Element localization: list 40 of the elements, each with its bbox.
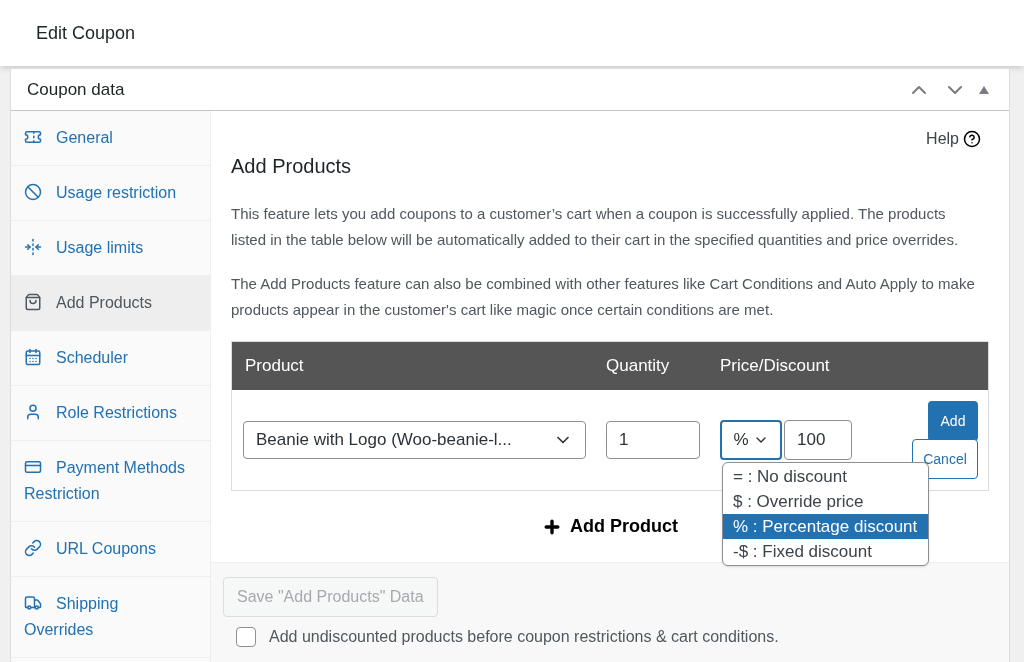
ticket-icon (24, 128, 42, 146)
panel-title: Coupon data (27, 78, 125, 101)
sidebar-item[interactable]: Usage restriction (11, 166, 210, 221)
page-title: Edit Coupon (36, 21, 136, 45)
calendar-icon (24, 348, 42, 366)
sidebar-item[interactable]: Scheduler (11, 331, 210, 386)
column-header: Product (244, 355, 305, 378)
column-header: Price/Discount (720, 355, 830, 378)
dropdown-option[interactable]: -$ : Fixed discount (723, 539, 928, 564)
dropdown-option[interactable]: $ : Override price (723, 489, 928, 514)
description-text: This feature lets you add coupons to a customer’s cart when a coupon is successfully applied. The products listed in the table below will be automatically added to their cart in the specified quantities and price overrides. (231, 204, 960, 250)
sidebar-item[interactable]: Role Restrictions (11, 386, 210, 441)
card-icon (24, 458, 42, 476)
link-icon (24, 539, 42, 557)
help-icon[interactable] (963, 130, 981, 148)
checkbox-label: Add undiscounted products before coupon restrictions & cart conditions. (269, 627, 779, 647)
description-text: The Add Products feature can also be combined with other features like Cart Conditions and Auto Apply to make products appear in the customer's cart like magic once certain conditions are met. (231, 274, 976, 320)
sidebar-item[interactable]: Payment Methods Restriction (11, 441, 210, 522)
sidebar-item[interactable]: URL Coupons (11, 522, 210, 577)
add-button[interactable]: Add (928, 401, 978, 441)
add-product-button[interactable]: Add Product (542, 513, 678, 540)
quantity-input[interactable]: 1 (606, 421, 700, 459)
help-link[interactable]: Help (926, 127, 959, 151)
sidebar-item[interactable]: Add Products (11, 276, 210, 331)
triangle-up-icon[interactable] (979, 85, 989, 94)
section-heading: Add Products (231, 154, 353, 179)
checkbox[interactable] (236, 627, 256, 647)
person-icon (24, 403, 42, 421)
sidebar-item[interactable]: General (11, 111, 210, 166)
column-header: Quantity (606, 355, 671, 378)
amount-input[interactable]: 100 (784, 420, 852, 460)
bag-icon (24, 293, 42, 311)
cancel-button[interactable]: Cancel (912, 439, 978, 479)
arrows-to-line-icon (24, 238, 42, 256)
prohibited-icon (24, 183, 42, 201)
discount-type-select[interactable]: % (720, 420, 782, 460)
truck-icon (24, 594, 42, 612)
dropdown-option[interactable]: % : Percentage discount (723, 514, 928, 539)
product-select[interactable]: Beanie with Logo (Woo-beanie-l... (243, 421, 586, 459)
sidebar-item[interactable]: Shipping Overrides (11, 577, 210, 658)
